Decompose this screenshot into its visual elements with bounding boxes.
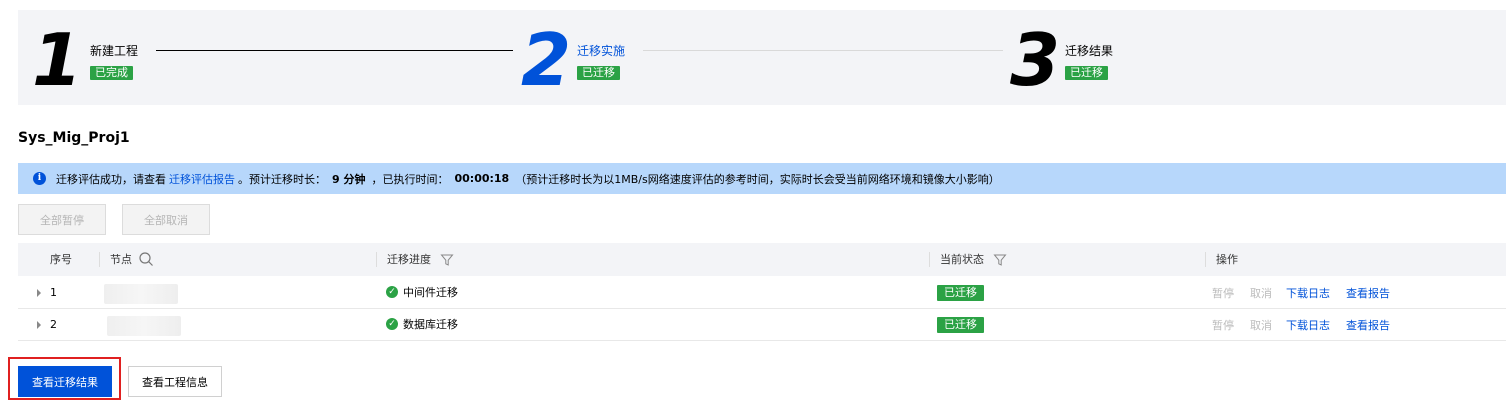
view-report-link[interactable]: 查看报告 xyxy=(1346,309,1390,341)
view-project-info-button[interactable]: 查看工程信息 xyxy=(128,366,222,397)
elapsed-time: 00:00:18 xyxy=(454,172,510,185)
progress-label: 数据库迁移 xyxy=(403,318,458,331)
step-badge: 已完成 xyxy=(90,66,133,80)
step-number: 3 xyxy=(1010,18,1061,102)
alert-text: 迁移评估成功，请查看 xyxy=(56,172,166,186)
header-divider xyxy=(929,252,930,267)
cancel-button[interactable]: 取消 xyxy=(1250,277,1272,309)
row-index: 1 xyxy=(50,286,57,299)
filter-icon[interactable] xyxy=(440,253,454,267)
row-index: 2 xyxy=(50,318,57,331)
table-header: 序号 节点 迁移进度 当前状态 操作 xyxy=(18,243,1506,276)
header-actions: 操作 xyxy=(1216,253,1238,266)
step-number: 2 xyxy=(521,18,572,102)
step-connector xyxy=(156,50,513,51)
step-title: 新建工程 xyxy=(90,44,139,58)
alert-text: ，已执行时间： xyxy=(371,172,449,186)
step-title: 迁移结果 xyxy=(1065,44,1114,58)
header-divider xyxy=(99,252,100,267)
status-badge: 已迁移 xyxy=(937,285,984,301)
download-log-link[interactable]: 下载日志 xyxy=(1286,277,1330,309)
step-badge: 已迁移 xyxy=(1065,66,1108,80)
node-name-redacted xyxy=(107,316,181,336)
progress-cell: ✓ 中间件迁移 xyxy=(386,277,458,309)
step-connector xyxy=(643,50,1003,51)
steps-bar: 1 新建工程 已完成 2 迁移实施 已迁移 3 迁移结果 已迁移 xyxy=(18,10,1506,105)
cancel-all-button[interactable]: 全部取消 xyxy=(122,204,210,235)
header-divider xyxy=(1205,252,1206,267)
table-row: 1 ✓ 中间件迁移 已迁移 暂停 取消 下载日志 查看报告 xyxy=(18,277,1506,309)
node-name-redacted xyxy=(104,284,178,304)
info-alert: i 迁移评估成功，请查看 迁移评估报告 。预计迁移时长： 9 分钟 ，已执行时间… xyxy=(18,163,1506,194)
header-node: 节点 xyxy=(110,253,132,266)
alert-text: 。预计迁移时长： xyxy=(238,172,326,186)
header-status: 当前状态 xyxy=(940,253,984,266)
expand-icon[interactable] xyxy=(37,289,41,297)
view-report-link[interactable]: 查看报告 xyxy=(1346,277,1390,309)
progress-label: 中间件迁移 xyxy=(403,286,458,299)
pause-button[interactable]: 暂停 xyxy=(1212,277,1234,309)
project-title: Sys_Mig_Proj1 xyxy=(18,130,130,146)
step-number: 1 xyxy=(32,18,83,102)
search-icon[interactable] xyxy=(138,251,154,267)
pause-all-button[interactable]: 全部暂停 xyxy=(18,204,106,235)
status-badge: 已迁移 xyxy=(937,317,984,333)
download-log-link[interactable]: 下载日志 xyxy=(1286,309,1330,341)
alert-note: （预计迁移时长为以1MB/s网络速度评估的参考时间，实际时长会受当前网络环境和镜… xyxy=(515,172,1000,186)
cancel-button[interactable]: 取消 xyxy=(1250,309,1272,341)
header-divider xyxy=(376,252,377,267)
table-row: 2 ✓ 数据库迁移 已迁移 暂停 取消 下载日志 查看报告 xyxy=(18,309,1506,341)
check-circle-icon: ✓ xyxy=(386,286,398,298)
step-title: 迁移实施 xyxy=(577,44,626,58)
progress-cell: ✓ 数据库迁移 xyxy=(386,309,458,341)
pause-button[interactable]: 暂停 xyxy=(1212,309,1234,341)
check-circle-icon: ✓ xyxy=(386,318,398,330)
view-migration-result-button[interactable]: 查看迁移结果 xyxy=(18,366,112,397)
assessment-report-link[interactable]: 迁移评估报告 xyxy=(169,171,235,187)
header-index: 序号 xyxy=(50,253,72,266)
expand-icon[interactable] xyxy=(37,321,41,329)
filter-icon[interactable] xyxy=(993,253,1007,267)
step-badge: 已迁移 xyxy=(577,66,620,80)
estimated-duration: 9 分钟 xyxy=(332,172,366,186)
header-progress: 迁移进度 xyxy=(387,253,431,266)
info-icon: i xyxy=(33,172,46,185)
